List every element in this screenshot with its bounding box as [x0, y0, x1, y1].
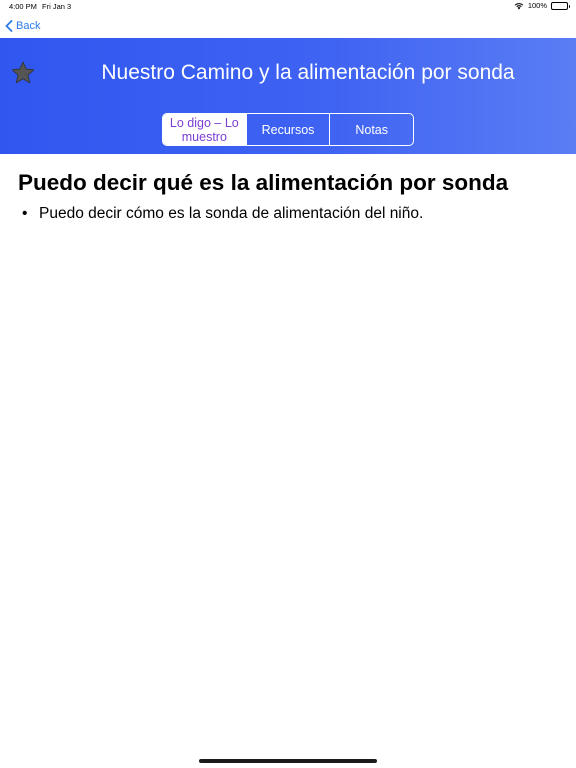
wifi-icon [514, 2, 524, 9]
list-item-text: Puedo decir cómo es la sonda de alimenta… [39, 205, 424, 222]
status-bar: 4:00 PM Fri Jan 3 100% [0, 0, 576, 14]
tab-lo-digo-lo-muestro[interactable]: Lo digo – Lo muestro [163, 114, 246, 145]
tab-recursos[interactable]: Recursos [245, 114, 330, 145]
chevron-left-icon [5, 20, 13, 32]
list-item: • Puedo decir cómo es la sonda de alimen… [22, 204, 562, 223]
favorite-star-button[interactable] [10, 60, 36, 86]
battery-percent: 100% [527, 1, 547, 10]
bullet-list: • Puedo decir cómo es la sonda de alimen… [22, 204, 562, 223]
status-date: Fri Jan 3 [42, 2, 72, 11]
tab-notas[interactable]: Notas [329, 114, 413, 145]
status-right: 100% [514, 1, 570, 10]
segmented-control: Lo digo – Lo muestro Recursos Notas [162, 113, 414, 146]
star-icon [11, 61, 35, 84]
navigation-bar: Back [0, 14, 576, 38]
battery-icon [551, 1, 570, 10]
app-screen: 4:00 PM Fri Jan 3 100% Back Nuestro Cami… [0, 0, 576, 768]
page-title: Nuestro Camino y la alimentación por son… [101, 61, 515, 84]
bullet-marker: • [22, 205, 28, 222]
back-button[interactable]: Back [5, 17, 40, 35]
back-label: Back [16, 20, 41, 32]
status-time: 4:00 PM [9, 2, 37, 11]
section-heading: Puedo decir qué es la alimentación por s… [18, 170, 509, 195]
home-indicator[interactable] [199, 759, 377, 763]
